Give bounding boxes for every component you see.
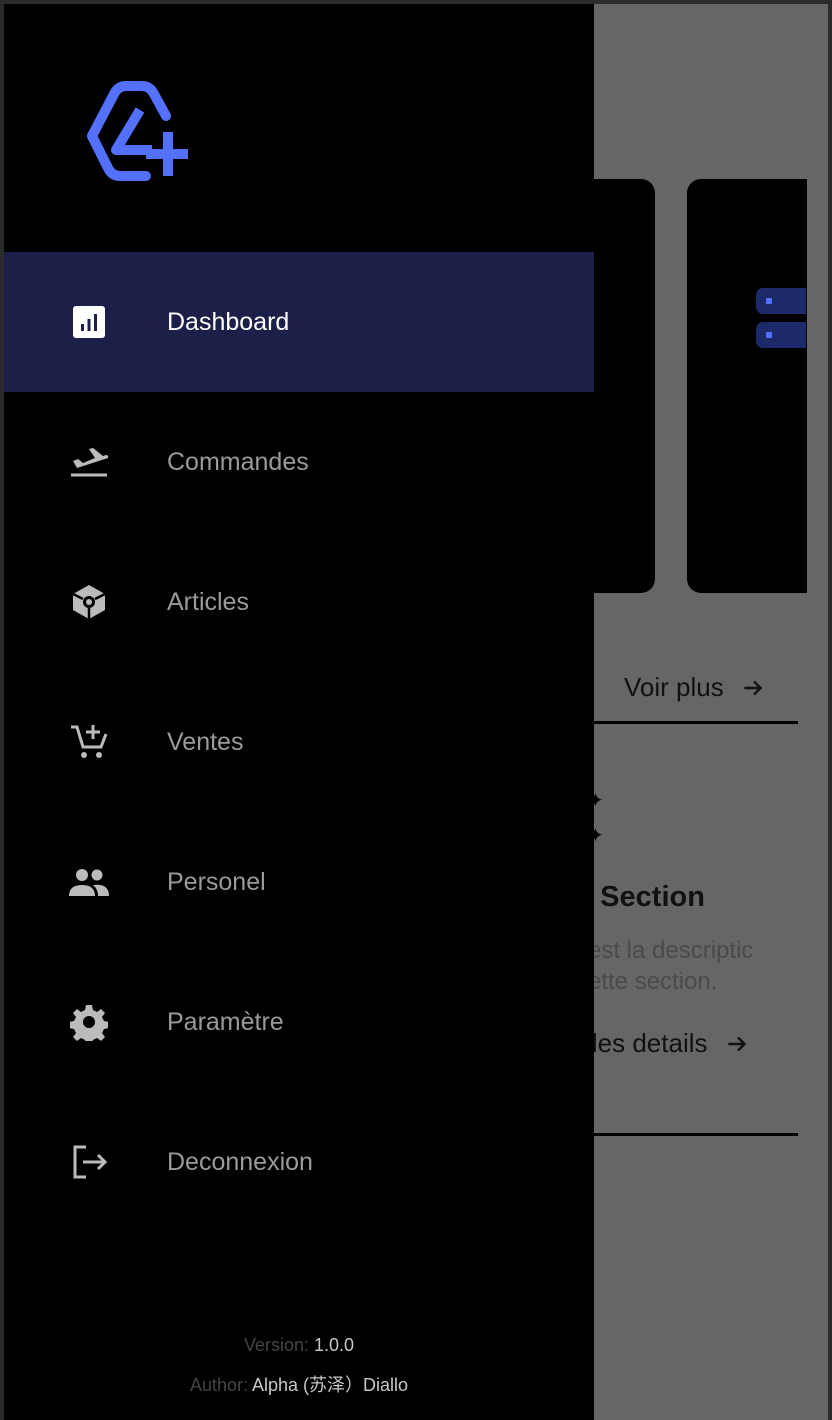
nav-label-commandes: Commandes xyxy=(167,447,309,476)
section-description: i est la descriptic cette section. xyxy=(576,935,753,997)
app-logo-icon xyxy=(87,81,188,181)
arrow-right-icon xyxy=(727,1036,746,1051)
dashboard-icon xyxy=(68,301,110,343)
arrow-right-icon xyxy=(744,680,763,695)
nav-label-parametre: Paramètre xyxy=(167,1007,284,1036)
nav-item-parametre[interactable]: Paramètre xyxy=(4,952,594,1092)
nav-label-dashboard: Dashboard xyxy=(167,307,290,336)
version-info: Version: 1.0.0 xyxy=(4,1335,594,1356)
nav-item-dashboard[interactable]: Dashboard xyxy=(4,252,594,392)
author-value: Alpha (苏泽）Diallo xyxy=(252,1375,409,1395)
cart-add-icon xyxy=(68,721,110,763)
divider xyxy=(590,721,798,724)
divider xyxy=(590,1133,798,1136)
nav-item-ventes[interactable]: Ventes xyxy=(4,672,594,812)
details-link[interactable]: r les details xyxy=(576,1028,750,1059)
background-chip xyxy=(756,322,806,348)
version-label: Version: xyxy=(243,1335,309,1355)
nav-item-articles[interactable]: Articles xyxy=(4,532,594,672)
package-box-icon xyxy=(68,581,110,623)
gear-icon xyxy=(68,1001,110,1043)
nav-label-personel: Personel xyxy=(167,867,266,896)
nav-label-articles: Articles xyxy=(167,587,249,616)
section-description-line: cette section. xyxy=(576,968,718,995)
background-card xyxy=(687,179,807,593)
section-title: e Section xyxy=(576,881,705,913)
author-label: Author: xyxy=(189,1375,248,1395)
nav-item-commandes[interactable]: Commandes xyxy=(4,392,594,532)
nav-label-deconnexion: Deconnexion xyxy=(167,1147,313,1176)
navigation-drawer: Dashboard Commandes Articles Ventes Pers… xyxy=(4,4,594,1420)
voir-plus-label: Voir plus xyxy=(624,672,724,702)
voir-plus-link[interactable]: Voir plus xyxy=(624,672,766,703)
people-icon xyxy=(68,861,110,903)
flight-takeoff-icon xyxy=(68,441,110,483)
nav-label-ventes: Ventes xyxy=(167,727,244,756)
section-description-line: i est la descriptic xyxy=(576,937,754,964)
author-info: Author: Alpha (苏泽）Diallo xyxy=(4,1371,594,1397)
version-value: 1.0.0 xyxy=(314,1335,355,1355)
details-label: r les details xyxy=(576,1028,708,1058)
nav-item-deconnexion[interactable]: Deconnexion xyxy=(4,1092,594,1232)
background-chip xyxy=(756,288,806,314)
nav-item-personel[interactable]: Personel xyxy=(4,812,594,952)
logout-icon xyxy=(68,1141,110,1183)
